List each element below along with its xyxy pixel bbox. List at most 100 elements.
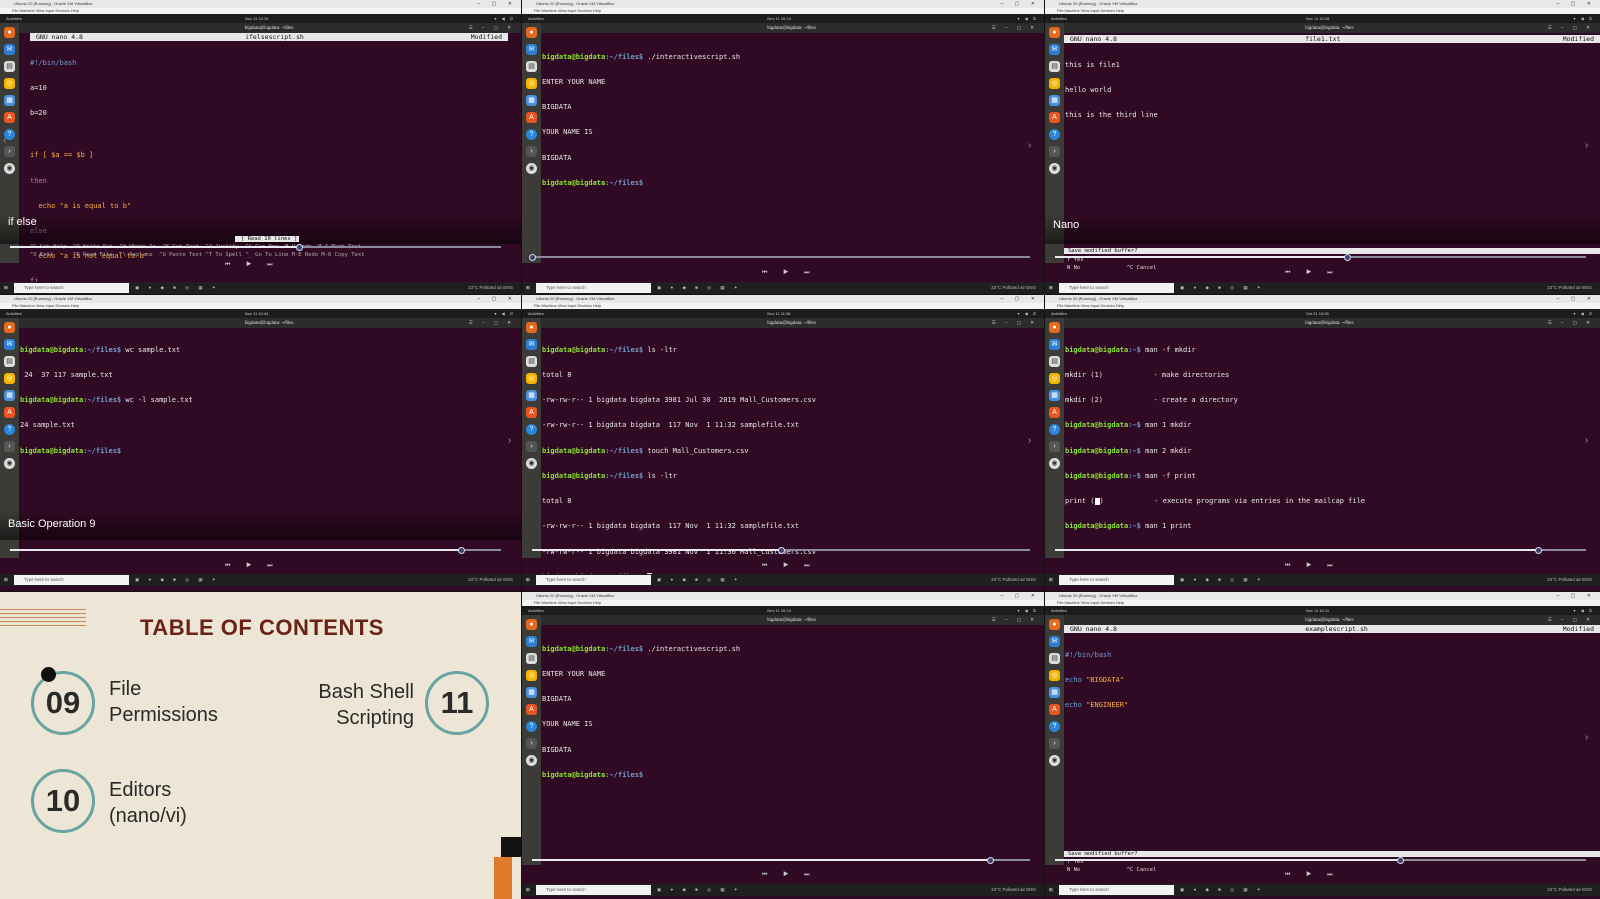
mail-icon[interactable]: ✉ [1049, 44, 1060, 55]
next-arrow-icon[interactable]: › [1585, 140, 1588, 151]
video-panel-if-else[interactable]: Ubuntu 20 [Running] - Oracle VM VirtualB… [0, 0, 521, 294]
windows-taskbar[interactable]: ⊞ Type here to search ▣ ● ◆ ■ ◎ ▦ ✦ 23°C Po… [522, 282, 1044, 294]
video-seekbar[interactable] [532, 856, 1030, 864]
video-panel-interactive-script[interactable]: Ubuntu 20 [Running] - Oracle VM VirtualB… [522, 0, 1044, 294]
writer-icon[interactable]: ▦ [1049, 95, 1060, 106]
help-icon[interactable]: ? [526, 129, 537, 140]
windows-start-icon[interactable]: ⊞ [4, 574, 8, 586]
windows-taskbar[interactable]: ⊞ Type here to search ▣ ● ◆ ■ ◎ ▦ ✦ 23°C Po… [1045, 574, 1600, 586]
writer-icon[interactable]: ▦ [526, 95, 537, 106]
dvd-icon[interactable]: ◉ [526, 458, 537, 469]
rhythmbox-icon[interactable]: ◎ [526, 373, 537, 384]
writer-icon[interactable]: ▦ [1049, 390, 1060, 401]
dvd-icon[interactable]: ◉ [1049, 755, 1060, 766]
files-icon[interactable]: ▤ [1049, 61, 1060, 72]
terminal-output[interactable]: bigdata@bigdata:~/files$ ls -ltr total 8… [542, 329, 816, 591]
firefox-icon[interactable]: ● [4, 322, 15, 333]
video-seekbar[interactable] [10, 243, 501, 251]
taskbar-search[interactable]: Type here to search [536, 575, 651, 585]
firefox-icon[interactable]: ● [526, 322, 537, 333]
mail-icon[interactable]: ✉ [526, 339, 537, 350]
window-controls[interactable]: – ▢ ✕ [478, 295, 517, 303]
help-icon[interactable]: ? [526, 721, 537, 732]
playback-controls[interactable]: ⏮ ▶ ⏭ [1285, 872, 1340, 879]
writer-icon[interactable]: ▦ [1049, 687, 1060, 698]
windows-taskbar[interactable]: ⊞ Type here to search ▣ ● ◆ ■ ◎ ▦ ✦ 23°C Po… [522, 574, 1044, 586]
firefox-icon[interactable]: ● [1049, 27, 1060, 38]
dvd-icon[interactable]: ◉ [4, 458, 15, 469]
playback-controls[interactable]: ⏮ ▶ ⏭ [1285, 270, 1340, 277]
windows-start-icon[interactable]: ⊞ [1049, 282, 1053, 294]
taskbar-search[interactable]: Type here to search [1059, 885, 1174, 895]
software-icon[interactable]: A [526, 112, 537, 123]
window-controls[interactable]: – ▢ ✕ [1001, 592, 1040, 600]
video-panel-man[interactable]: Ubuntu 20 [Running] - Oracle VM VirtualB… [1045, 295, 1600, 591]
files-icon[interactable]: ▤ [4, 356, 15, 367]
terminal-icon[interactable]: › [1049, 441, 1060, 452]
window-controls[interactable]: – ▢ ✕ [1001, 0, 1040, 8]
help-icon[interactable]: ? [1049, 424, 1060, 435]
windows-start-icon[interactable]: ⊞ [526, 884, 530, 896]
taskbar-apps[interactable]: ▣ ● ◆ ■ ◎ ▦ ✦ [657, 884, 742, 896]
firefox-icon[interactable]: ● [526, 27, 537, 38]
terminal-icon[interactable]: › [1049, 738, 1060, 749]
taskbar-search[interactable]: Type here to search [1059, 575, 1174, 585]
help-icon[interactable]: ? [1049, 721, 1060, 732]
mail-icon[interactable]: ✉ [4, 44, 15, 55]
taskbar-search[interactable]: Type here to search [536, 283, 651, 293]
playback-controls[interactable]: ⏮ ▶ ⏭ [762, 872, 817, 879]
taskbar-apps[interactable]: ▣ ● ◆ ■ ◎ ▦ ✦ [135, 574, 220, 586]
seek-knob[interactable] [528, 253, 536, 261]
software-icon[interactable]: A [4, 407, 15, 418]
software-icon[interactable]: A [1049, 112, 1060, 123]
software-icon[interactable]: A [1049, 407, 1060, 418]
video-seekbar[interactable] [532, 546, 1030, 554]
writer-icon[interactable]: ▦ [4, 390, 15, 401]
taskbar-apps[interactable]: ▣ ● ◆ ■ ◎ ▦ ✦ [657, 282, 742, 294]
prev-arrow-icon[interactable]: ‹ [3, 135, 6, 146]
writer-icon[interactable]: ▦ [526, 390, 537, 401]
terminal-output[interactable]: bigdata@bigdata:~/files$ ./interactivesc… [542, 628, 740, 796]
nano-save-options[interactable]: Y Yes N No ^C Cancel [1067, 256, 1156, 272]
next-arrow-icon[interactable]: › [1585, 732, 1588, 743]
next-arrow-icon[interactable]: › [1028, 140, 1031, 151]
files-icon[interactable]: ▤ [526, 61, 537, 72]
window-controls[interactable]: – ▢ ✕ [1557, 592, 1596, 600]
taskbar-apps[interactable]: ▣ ● ◆ ■ ◎ ▦ ✦ [135, 282, 220, 294]
software-icon[interactable]: A [4, 112, 15, 123]
windows-taskbar[interactable]: ⊞ Type here to search ▣ ● ◆ ■ ◎ ▦ ✦ 23°C Po… [522, 884, 1044, 896]
terminal-icon[interactable]: › [4, 146, 15, 157]
software-icon[interactable]: A [526, 704, 537, 715]
firefox-icon[interactable]: ● [1049, 322, 1060, 333]
nano-editor-content[interactable]: this is file1 hello world this is the th… [1065, 44, 1158, 136]
next-arrow-icon[interactable]: › [508, 435, 511, 446]
taskbar-apps[interactable]: ▣ ● ◆ ■ ◎ ▦ ✦ [1180, 282, 1265, 294]
rhythmbox-icon[interactable]: ◎ [4, 373, 15, 384]
rhythmbox-icon[interactable]: ◎ [1049, 78, 1060, 89]
terminal-icon[interactable]: › [526, 441, 537, 452]
taskbar-search[interactable]: Type here to search [14, 283, 129, 293]
window-controls[interactable]: – ▢ ✕ [478, 0, 517, 8]
terminal-icon[interactable]: › [526, 738, 537, 749]
seek-knob[interactable] [296, 243, 304, 251]
video-panel-touch[interactable]: Ubuntu 20 [Running] - Oracle VM VirtualB… [522, 295, 1044, 591]
video-panel-basic-operation[interactable]: Ubuntu 20 [Running] - Oracle VM VirtualB… [0, 295, 521, 591]
ubuntu-dock[interactable]: ● ✉ ▤ ◎ ▦ A ? › ◉ [522, 615, 541, 865]
rhythmbox-icon[interactable]: ◎ [4, 78, 15, 89]
playback-controls[interactable]: ⏮ ▶ ⏭ [1285, 563, 1340, 570]
rhythmbox-icon[interactable]: ◎ [1049, 670, 1060, 681]
playback-controls[interactable]: ⏮ ▶ ⏭ [225, 563, 280, 570]
windows-taskbar[interactable]: ⊞ Type here to search ▣ ● ◆ ■ ◎ ▦ ✦ 23°C Po… [1045, 282, 1600, 294]
windows-taskbar[interactable]: ⊞ Type here to search ▣ ● ◆ ■ ◎ ▦ ✦ 23°C Po… [0, 282, 521, 294]
software-icon[interactable]: A [526, 407, 537, 418]
ubuntu-dock[interactable]: ● ✉ ▤ ◎ ▦ A ? › ◉ [522, 23, 541, 263]
video-seekbar[interactable] [10, 546, 501, 554]
seek-knob[interactable] [1396, 856, 1404, 864]
windows-start-icon[interactable]: ⊞ [1049, 574, 1053, 586]
dvd-icon[interactable]: ◉ [1049, 163, 1060, 174]
window-controls[interactable]: – ▢ ✕ [1557, 295, 1596, 303]
playback-controls[interactable]: ⏮ ▶ ⏭ [225, 262, 280, 269]
firefox-icon[interactable]: ● [4, 27, 15, 38]
rhythmbox-icon[interactable]: ◎ [526, 670, 537, 681]
taskbar-apps[interactable]: ▣ ● ◆ ■ ◎ ▦ ✦ [657, 574, 742, 586]
